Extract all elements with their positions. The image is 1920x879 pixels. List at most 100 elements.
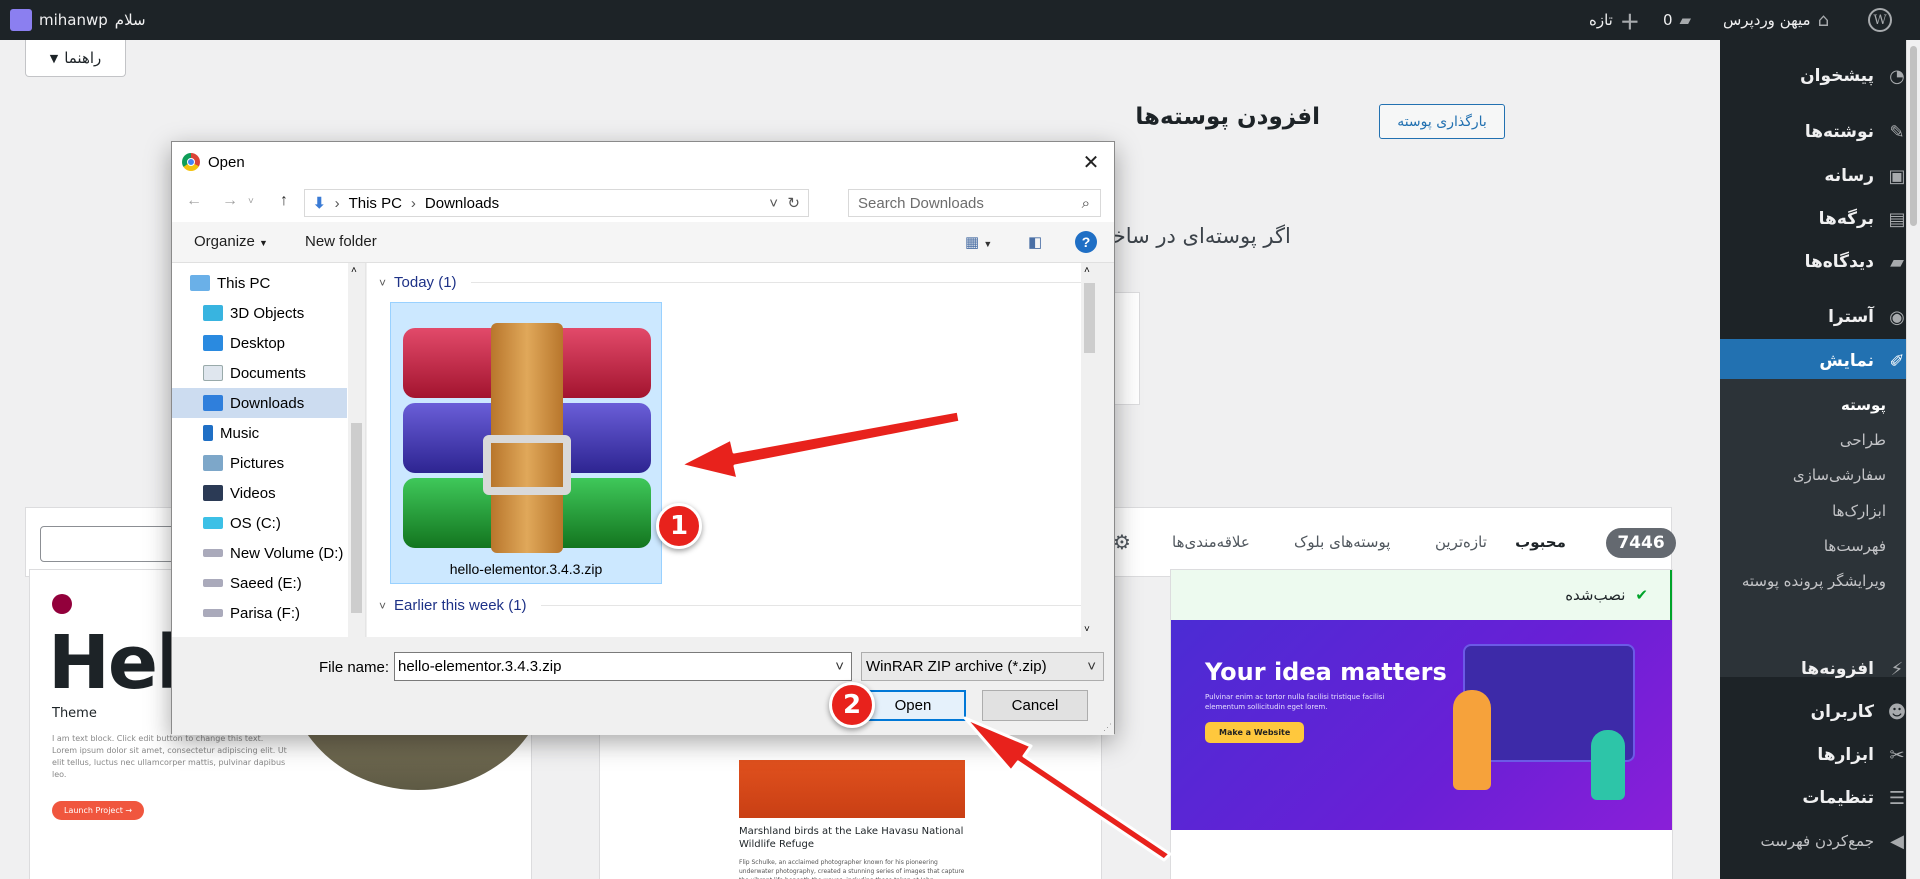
- sidebar-item-comments[interactable]: ▰ دیدگاه‌ها: [1720, 240, 1920, 284]
- tab-favorites[interactable]: علاقه‌مندی‌ها: [1172, 508, 1250, 576]
- view-options-icon[interactable]: ▦ ▼: [965, 233, 992, 251]
- sidebar-item-settings[interactable]: ☰ تنظیمات: [1720, 776, 1920, 820]
- admin-greeting: سلام: [114, 11, 146, 29]
- sidebar-item-appearance[interactable]: ✐ نمایش: [1712, 339, 1920, 383]
- intro-text: اگر پوسته‌ای در ساختا: [1100, 224, 1291, 248]
- astra-preview: Your idea matters Pulvinar enim ac torto…: [1171, 620, 1672, 830]
- home-icon: ⌂: [1817, 9, 1830, 31]
- breadcrumb-separator-icon: ›: [410, 194, 416, 212]
- sidebar-item-plugins[interactable]: ⚡ افزونه‌ها: [1720, 647, 1920, 691]
- navigation-pane: This PC 3D Objects Desktop Documents Dow…: [172, 263, 366, 637]
- dialog-search-input[interactable]: Search Downloads ⌕: [848, 189, 1101, 217]
- back-arrow-icon[interactable]: ←: [186, 192, 202, 210]
- group-today[interactable]: ˅ Today (1): [379, 274, 1081, 291]
- nav-item-pictures[interactable]: Pictures: [172, 448, 347, 478]
- sidebar-item-label: جمع‌کردن فهرست: [1760, 832, 1874, 850]
- nav-scrollbar[interactable]: ˄: [348, 263, 365, 637]
- tab-block-themes[interactable]: پوسته‌های بلوک: [1294, 508, 1390, 576]
- collapse-menu-button[interactable]: ◀ جمع‌کردن فهرست: [1720, 819, 1920, 863]
- nav-label: Documents: [230, 364, 306, 382]
- new-content-link[interactable]: تازه ＋: [1589, 0, 1640, 40]
- gear-icon[interactable]: ⚙: [1113, 530, 1131, 554]
- sidebar-item-pages[interactable]: ▤ برگه‌ها: [1720, 197, 1920, 241]
- submenu-menus[interactable]: فهرست‌ها: [1720, 528, 1920, 563]
- file-type-select[interactable]: WinRAR ZIP archive (*.zip) ˅: [861, 652, 1104, 681]
- nav-item-saeed-e[interactable]: Saeed (E:): [172, 568, 347, 598]
- forward-arrow-icon[interactable]: →: [222, 192, 238, 210]
- files-scroll-down-icon[interactable]: ˅: [1084, 624, 1090, 635]
- up-arrow-icon[interactable]: ↑: [280, 192, 288, 210]
- sidebar-item-posts[interactable]: ✎ نوشته‌ها: [1720, 110, 1920, 154]
- address-dropdown-icon[interactable]: ˅: [769, 195, 778, 212]
- nav-label: Music: [220, 424, 260, 442]
- submenu-design[interactable]: طراحی: [1720, 422, 1920, 457]
- recent-chevron-icon[interactable]: ˅: [248, 196, 254, 207]
- nav-scroll-thumb[interactable]: [351, 423, 362, 613]
- organize-button[interactable]: Organize ▼: [194, 233, 268, 250]
- chevron-down-icon[interactable]: ˅: [835, 658, 844, 675]
- submenu-theme-editor[interactable]: ویرایشگر پرونده پوسته: [1720, 563, 1920, 598]
- close-icon[interactable]: ✕: [1068, 142, 1114, 182]
- cancel-button[interactable]: Cancel: [982, 690, 1088, 721]
- computer-icon: [190, 275, 210, 291]
- submenu-customize[interactable]: سفارشی‌سازی: [1720, 457, 1920, 492]
- nav-item-desktop[interactable]: Desktop: [172, 328, 347, 358]
- tab-latest[interactable]: تازه‌ترین: [1435, 508, 1487, 576]
- sidebar-item-astra[interactable]: ◉ آسترا: [1720, 295, 1920, 339]
- downloads-icon: [203, 395, 223, 411]
- group-divider: [540, 605, 1091, 606]
- caret-down-icon: ▼: [49, 51, 59, 65]
- nav-item-this-pc[interactable]: This PC: [172, 268, 347, 298]
- submenu-themes[interactable]: پوسته: [1720, 387, 1920, 422]
- sidebar-item-dashboard[interactable]: ◔ پیشخوان: [1720, 54, 1920, 98]
- birds-title: Marshland birds at the Lake Havasu Natio…: [739, 826, 964, 850]
- scrollbar-thumb[interactable]: [1910, 46, 1917, 226]
- submenu-widgets[interactable]: ابزارک‌ها: [1720, 493, 1920, 528]
- my-account[interactable]: mihanwp سلام: [10, 0, 146, 40]
- address-bar[interactable]: ⬇ › This PC › Downloads ˅ ↻: [304, 189, 809, 217]
- nav-item-documents[interactable]: Documents: [172, 358, 347, 388]
- nav-item-volume-d[interactable]: New Volume (D:): [172, 538, 347, 568]
- theme-card-astra[interactable]: ✔ نصب‌شده Your idea matters Pulvinar eni…: [1170, 569, 1673, 879]
- files-scroll-thumb[interactable]: [1084, 283, 1095, 353]
- search-icon: ⌕: [1081, 194, 1090, 212]
- nav-item-music[interactable]: Music: [172, 418, 347, 448]
- resize-grip-icon[interactable]: ⋰: [1103, 722, 1112, 733]
- dialog-titlebar[interactable]: Open ✕: [172, 142, 1114, 182]
- file-name-input[interactable]: hello-elementor.3.4.3.zip ˅: [394, 652, 852, 681]
- organize-label: Organize: [194, 233, 255, 250]
- birds-text: Flip Schulke, an acclaimed photographer …: [739, 859, 965, 879]
- nav-item-downloads[interactable]: Downloads: [172, 388, 347, 418]
- files-scroll-up-icon[interactable]: ˄: [1084, 265, 1090, 276]
- nav-item-videos[interactable]: Videos: [172, 478, 347, 508]
- preview-pane-icon[interactable]: ◧: [1028, 233, 1042, 251]
- files-scrollbar[interactable]: ˄ ˅: [1081, 263, 1098, 637]
- help-button[interactable]: راهنما ▼: [25, 40, 126, 77]
- page-scrollbar[interactable]: [1906, 40, 1920, 879]
- theme-search-input[interactable]: [40, 526, 180, 562]
- nav-item-3d-objects[interactable]: 3D Objects: [172, 298, 347, 328]
- sidebar-item-users[interactable]: ☻ کاربران: [1720, 690, 1920, 734]
- comments-link[interactable]: 0 ▰: [1663, 0, 1691, 40]
- nav-scroll-up-icon[interactable]: ˄: [351, 265, 357, 276]
- nav-item-parisa-f[interactable]: Parisa (F:): [172, 598, 347, 628]
- appearance-submenu: پوسته طراحی سفارشی‌سازی ابزارک‌ها فهرست‌…: [1720, 379, 1920, 677]
- site-name-link[interactable]: میهن وردپرس ⌂: [1723, 0, 1829, 40]
- sidebar-item-tools[interactable]: ✂ ابزارها: [1720, 733, 1920, 777]
- new-folder-button[interactable]: New folder: [305, 233, 377, 250]
- nav-item-os-c[interactable]: OS (C:): [172, 508, 347, 538]
- group-earlier-this-week[interactable]: ˅ Earlier this week (1): [379, 597, 1091, 614]
- sidebar-item-label: تنظیمات: [1802, 788, 1874, 808]
- help-icon[interactable]: ?: [1075, 231, 1097, 253]
- tab-popular[interactable]: محبوب: [1515, 508, 1566, 576]
- upload-theme-button[interactable]: بارگذاری پوسته: [1379, 104, 1505, 139]
- comment-bubble-icon: ▰: [1679, 11, 1692, 29]
- breadcrumb-this-pc[interactable]: This PC: [349, 195, 402, 212]
- breadcrumb-downloads[interactable]: Downloads: [425, 195, 499, 212]
- open-button[interactable]: Open: [860, 690, 966, 721]
- sidebar-item-media[interactable]: ▣ رسانه: [1720, 154, 1920, 198]
- file-item-zip[interactable]: hello-elementor.3.4.3.zip: [390, 302, 662, 584]
- wordpress-logo[interactable]: W: [1868, 0, 1892, 40]
- sidebar-item-label: آسترا: [1828, 307, 1874, 327]
- refresh-icon[interactable]: ↻: [787, 194, 800, 212]
